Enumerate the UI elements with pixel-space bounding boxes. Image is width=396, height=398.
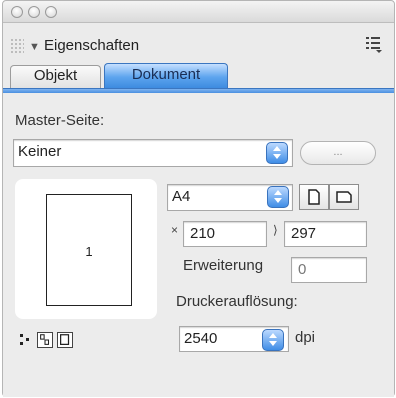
portrait-orientation-button[interactable] <box>299 184 329 210</box>
height-marker: ⟩ <box>273 223 278 237</box>
master-page-dropdown-arrow[interactable] <box>266 142 288 164</box>
extension-field[interactable]: 0 <box>291 257 367 283</box>
facing-pages-icon[interactable] <box>17 332 33 348</box>
master-page-label: Master-Seite: <box>15 112 105 129</box>
page-thumbnail: 1 <box>46 194 132 306</box>
panel-title: Eigenschaften <box>44 37 140 54</box>
extension-value: 0 <box>298 261 307 278</box>
spread-layout-icon[interactable] <box>37 332 53 348</box>
extension-label: Erweiterung <box>183 257 264 274</box>
master-page-browse-button[interactable]: ... <box>300 141 376 165</box>
tab-objekt[interactable]: Objekt <box>10 65 101 88</box>
single-page-icon[interactable] <box>57 332 73 348</box>
resolution-unit: dpi <box>295 329 316 346</box>
landscape-orientation-button[interactable] <box>329 184 359 210</box>
close-window-button[interactable] <box>11 6 23 18</box>
portrait-icon <box>308 189 320 205</box>
page-height-value: 297 <box>291 225 317 242</box>
panel-menu-icon[interactable] <box>366 35 382 53</box>
page-number: 1 <box>85 244 93 259</box>
page-height-field[interactable]: 297 <box>284 221 367 247</box>
page-size-value: A4 <box>172 188 191 205</box>
master-page-select[interactable]: Keiner <box>13 139 293 167</box>
minimize-window-button[interactable] <box>28 6 40 18</box>
page-width-value: 210 <box>190 225 216 242</box>
page-size-dropdown-arrow[interactable] <box>267 186 289 208</box>
disclosure-triangle-icon[interactable]: ▼ <box>29 41 40 53</box>
title-bar <box>3 1 394 23</box>
properties-panel: ▼ Eigenschaften Objekt Dokument Master-S… <box>2 0 395 397</box>
width-marker: × <box>171 223 179 237</box>
resolution-value: 2540 <box>184 330 218 347</box>
resolution-dropdown-arrow[interactable] <box>262 329 284 351</box>
landscape-icon <box>336 191 352 203</box>
panel-grip-handle[interactable] <box>10 38 24 54</box>
resolution-label: Druckerauflösung: <box>176 293 298 310</box>
master-page-value: Keiner <box>18 143 62 160</box>
tab-dokument[interactable]: Dokument <box>104 63 228 88</box>
zoom-window-button[interactable] <box>45 6 57 18</box>
page-width-field[interactable]: 210 <box>183 221 267 247</box>
